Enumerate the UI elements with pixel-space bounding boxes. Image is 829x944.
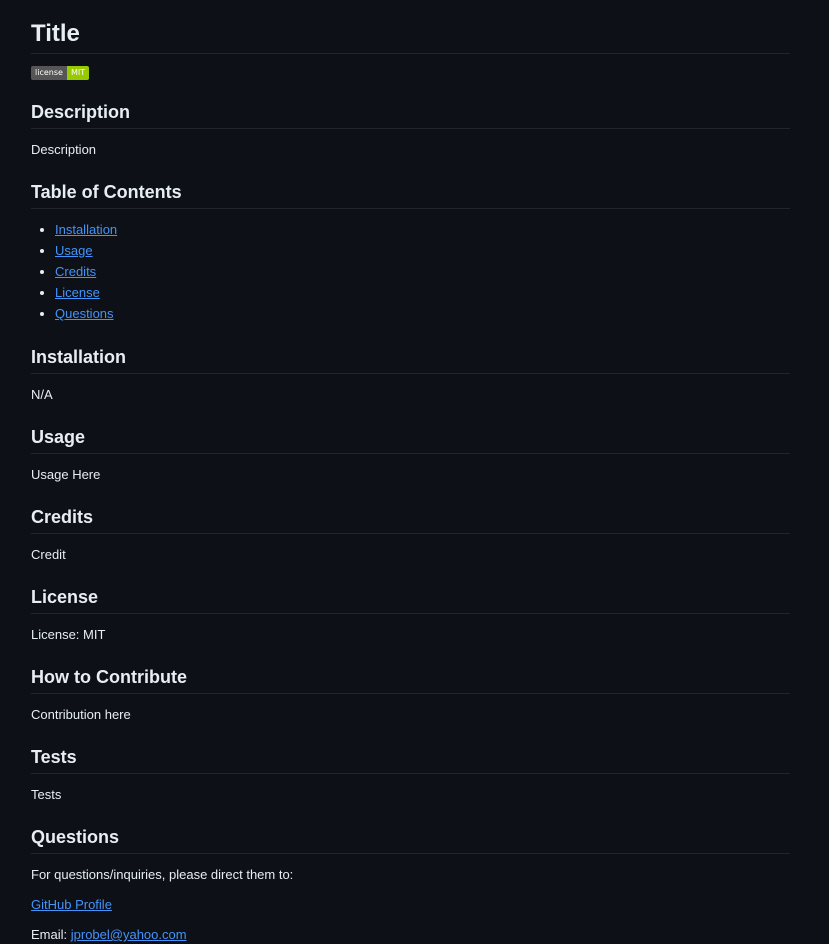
toc-item: Usage [55,240,790,261]
installation-section: Installation N/A [31,345,790,404]
toc-item: Credits [55,261,790,282]
toc-link-credits[interactable]: Credits [55,264,96,279]
email-label: Email: [31,927,68,942]
description-text: Description [31,142,97,157]
contribute-heading: How to Contribute [31,665,790,694]
license-heading: License [31,585,790,614]
page-title: Title [31,19,790,54]
contribute-section: How to Contribute Contribution here [31,665,790,724]
tests-section: Tests Tests [31,745,790,804]
usage-section: Usage Usage Here [31,425,790,484]
email-line: Email: jprobel@yahoo.com [31,926,790,944]
toc-item: Questions [55,303,790,324]
badge-label: license [31,66,67,80]
description-heading: Description [31,100,790,129]
description-section: Description Description [31,100,790,159]
toc-list: Installation Usage Credits License Quest… [31,219,790,324]
tests-heading: Tests [31,745,790,774]
credits-section: Credits Credit [31,505,790,564]
license-text: License: MIT [31,627,106,642]
github-line: GitHub Profile [31,896,790,914]
toc-item: License [55,282,790,303]
toc-section: Table of Contents Installation Usage Cre… [31,180,790,324]
contribute-text: Contribution here [31,707,131,722]
toc-link-usage[interactable]: Usage [55,243,93,258]
credits-heading: Credits [31,505,790,534]
questions-section: Questions For questions/inquiries, pleas… [31,825,790,944]
readme-document: Title license MIT Description Descriptio… [31,0,790,944]
email-link[interactable]: jprobel@yahoo.com [71,927,187,942]
license-badge[interactable]: license MIT [31,66,90,80]
credits-text: Credit [31,547,66,562]
installation-text: N/A [31,387,53,402]
badge-value: MIT [66,66,90,80]
installation-heading: Installation [31,345,790,374]
tests-text: Tests [31,787,62,802]
usage-heading: Usage [31,425,790,454]
toc-heading: Table of Contents [31,180,790,209]
license-section: License License: MIT [31,585,790,644]
github-profile-link[interactable]: GitHub Profile [31,897,112,912]
toc-link-installation[interactable]: Installation [55,222,117,237]
questions-intro: For questions/inquiries, please direct t… [31,867,294,882]
toc-link-license[interactable]: License [55,285,100,300]
questions-heading: Questions [31,825,790,854]
toc-link-questions[interactable]: Questions [55,306,114,321]
toc-item: Installation [55,219,790,240]
usage-text: Usage Here [31,467,101,482]
